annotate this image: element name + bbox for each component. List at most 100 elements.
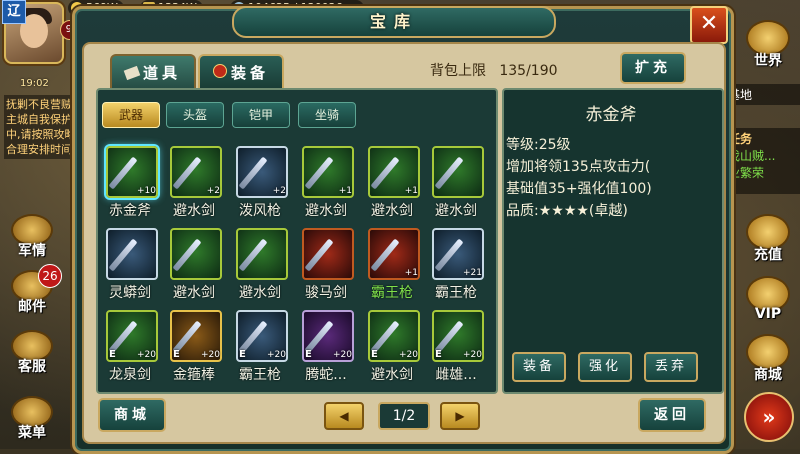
detail-attack-line1: 增加将领135点攻击力( xyxy=(506,159,651,175)
item-slot[interactable]: +20 E xyxy=(302,310,354,362)
close-button[interactable]: ✕ xyxy=(690,6,728,44)
item-slot[interactable]: +20 E xyxy=(432,310,484,362)
item-name: 腾蛇... xyxy=(305,367,347,383)
close-icon: ✕ xyxy=(699,11,719,36)
item-slot[interactable] xyxy=(106,228,158,280)
recharge-button[interactable]: 充值 xyxy=(740,214,796,264)
equipped-mark: E xyxy=(435,349,442,360)
weapon-icon xyxy=(434,238,464,272)
category-mount[interactable]: 坐骑 xyxy=(298,102,356,128)
enhance-level: +1 xyxy=(338,186,352,196)
mail-count-badge: 26 xyxy=(38,264,62,288)
item-slot-frame xyxy=(432,146,484,198)
window-title-bar: 宝库 xyxy=(232,6,556,38)
military-button[interactable]: 军情 xyxy=(4,214,60,260)
item-name: 雌雄... xyxy=(435,367,477,383)
vip-button[interactable]: VIP xyxy=(740,276,796,326)
item-name: 避水剑 xyxy=(173,285,215,301)
menu-button[interactable]: 菜单 xyxy=(4,396,60,442)
item-slot[interactable]: +20 E xyxy=(106,310,158,362)
item-name: 泼风枪 xyxy=(239,203,281,219)
item-slot[interactable]: +10 xyxy=(106,146,158,198)
item-slot[interactable]: +1 xyxy=(368,228,420,280)
equipped-mark: E xyxy=(109,349,116,360)
arrow-left-icon: ◀ xyxy=(339,409,349,423)
item-slot-frame xyxy=(106,228,158,280)
next-page-button[interactable]: ▶ xyxy=(440,402,480,430)
item-slot[interactable]: +2 xyxy=(170,146,222,198)
enhance-level: +1 xyxy=(404,186,418,196)
left-notice: 抚剿不良营贼,主城自我保护中,请按照攻略合理安排时间 xyxy=(4,95,82,159)
item-slot-frame xyxy=(170,228,222,280)
equip-button[interactable]: 装备 xyxy=(512,352,566,382)
item-name: 避水剑 xyxy=(371,367,413,383)
enhance-level: +20 xyxy=(333,350,352,360)
task-line-2: 业繁荣 xyxy=(728,166,765,180)
clock: 19:02 xyxy=(20,78,49,89)
item-name: 霸王枪 xyxy=(371,285,413,301)
enhance-level: +1 xyxy=(404,268,418,278)
item-slot-frame xyxy=(236,228,288,280)
item-name: 避水剑 xyxy=(239,285,281,301)
weapon-icon xyxy=(304,238,334,272)
item-slot[interactable]: +20 E xyxy=(236,310,288,362)
weapon-icon xyxy=(172,156,202,190)
helmet-icon xyxy=(212,64,227,78)
tab-items[interactable]: 道具 xyxy=(110,54,196,90)
item-name: 金箍棒 xyxy=(173,367,215,383)
item-slot[interactable]: +1 xyxy=(368,146,420,198)
category-armor[interactable]: 铠甲 xyxy=(232,102,290,128)
task-panel[interactable]: 任务 伐山贼... 业繁荣 xyxy=(724,128,800,194)
tab-equipment[interactable]: 装备 xyxy=(198,54,284,90)
detail-attack-line2: 基础值35+强化值100) xyxy=(506,181,652,197)
weapon-icon xyxy=(108,156,138,190)
item-name: 赤金斧 xyxy=(109,203,151,219)
shop-button[interactable]: 商城 xyxy=(98,398,166,432)
item-slot[interactable]: +21 xyxy=(432,228,484,280)
enhance-level: +20 xyxy=(399,350,418,360)
world-button[interactable]: 世界 xyxy=(740,20,796,70)
enhance-level: +2 xyxy=(272,186,286,196)
equipped-mark: E xyxy=(371,349,378,360)
category-helmet[interactable]: 头盔 xyxy=(166,102,224,128)
expand-button[interactable]: 扩充 xyxy=(620,52,686,84)
enhance-level: +2 xyxy=(206,186,220,196)
enhance-level: +20 xyxy=(463,350,482,360)
item-name: 龙泉剑 xyxy=(109,367,151,383)
item-slot[interactable]: +1 xyxy=(302,146,354,198)
item-slot[interactable]: +2 xyxy=(236,146,288,198)
service-button[interactable]: 客服 xyxy=(4,330,60,376)
item-slot[interactable] xyxy=(170,228,222,280)
tab-items-label: 道具 xyxy=(142,64,181,82)
back-button[interactable]: 返回 xyxy=(638,398,706,432)
discard-button[interactable]: 丢弃 xyxy=(644,352,698,382)
scroll-icon xyxy=(123,65,141,81)
enhance-level: +21 xyxy=(463,268,482,278)
item-name: 霸王枪 xyxy=(239,367,281,383)
task-title: 任务 xyxy=(728,132,753,146)
prev-page-button[interactable]: ◀ xyxy=(324,402,364,430)
enhance-button[interactable]: 强化 xyxy=(578,352,632,382)
detail-level: 等级:25级 xyxy=(506,137,571,153)
weapon-icon xyxy=(172,238,202,272)
item-name: 避水剑 xyxy=(435,203,477,219)
item-slot[interactable]: +20 E xyxy=(368,310,420,362)
enhance-level: +10 xyxy=(137,186,156,196)
item-slot[interactable] xyxy=(302,228,354,280)
enhance-level: +20 xyxy=(267,350,286,360)
item-slot-frame xyxy=(302,228,354,280)
item-slot[interactable] xyxy=(432,146,484,198)
item-slot[interactable]: +20 E xyxy=(170,310,222,362)
player-badge: 辽 xyxy=(2,0,26,24)
category-weapon[interactable]: 武器 xyxy=(102,102,160,128)
page-indicator: 1/2 xyxy=(378,402,430,430)
expand-arrow-button[interactable]: » xyxy=(744,392,794,442)
item-name: 霸王枪 xyxy=(435,285,477,301)
weapon-icon xyxy=(370,238,400,272)
weapon-icon xyxy=(238,156,268,190)
weapon-icon xyxy=(108,238,138,272)
item-slot[interactable] xyxy=(236,228,288,280)
enhance-level: +20 xyxy=(137,350,156,360)
item-name: 灵蟒剑 xyxy=(109,285,151,301)
shop-side-button[interactable]: 商城 xyxy=(740,334,796,384)
